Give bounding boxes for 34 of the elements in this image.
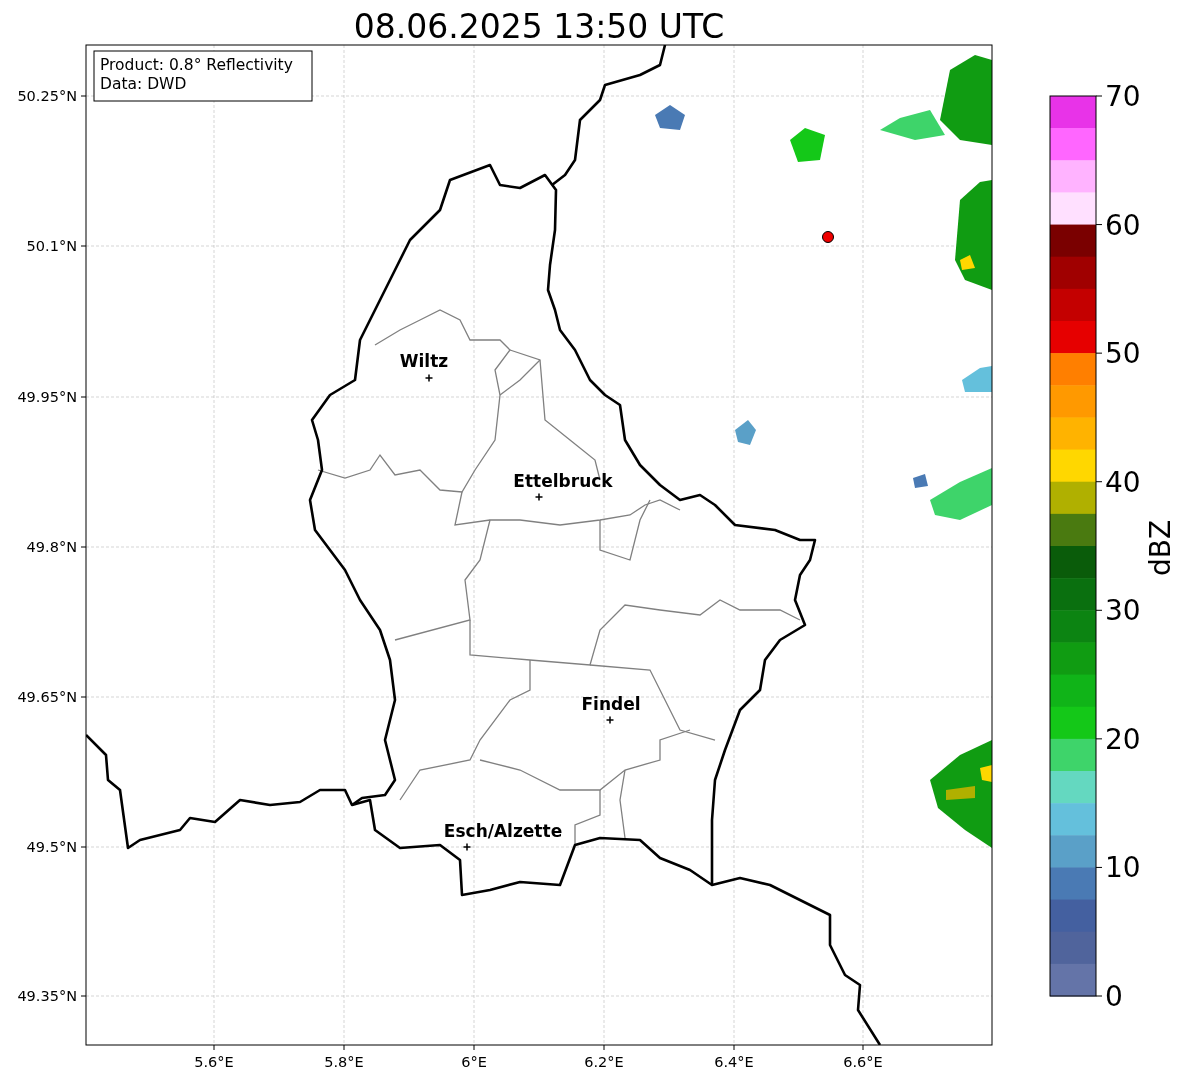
y-tick-label: 49.95°N xyxy=(17,389,77,405)
x-tick-label: 6.6°E xyxy=(843,1054,883,1070)
y-tick-label: 49.35°N xyxy=(17,988,77,1004)
city-label: Ettelbruck xyxy=(513,471,613,491)
y-tick-label: 49.8°N xyxy=(26,539,77,555)
info-text: Data: DWD xyxy=(100,75,187,93)
x-tick-label: 5.6°E xyxy=(194,1054,234,1070)
chart-title: 08.06.2025 13:50 UTC xyxy=(353,7,725,46)
city-marker-icon xyxy=(605,715,615,725)
y-tick-label: 50.1°N xyxy=(26,238,77,254)
radar-site-marker xyxy=(822,231,834,243)
x-tick-label: 6.2°E xyxy=(584,1054,624,1070)
info-text: Product: 0.8° Reflectivity xyxy=(100,56,293,74)
colorbar-label: dBZ xyxy=(1144,519,1177,577)
y-tick-label: 49.5°N xyxy=(26,839,77,855)
colorbar-tick-label: 60 xyxy=(1105,208,1141,242)
x-tick-label: 6.4°E xyxy=(714,1054,754,1070)
x-tick-label: 5.8°E xyxy=(324,1054,364,1070)
city-marker-icon xyxy=(534,492,544,502)
colorbar-tick-label: 50 xyxy=(1105,337,1141,371)
colorbar-tick-label: 20 xyxy=(1105,722,1141,756)
y-tick-label: 49.65°N xyxy=(17,689,77,705)
city-label: Wiltz xyxy=(399,351,449,371)
colorbar-tick-label: 70 xyxy=(1105,80,1141,113)
y-tick-label: 50.25°N xyxy=(17,88,77,104)
city-label: Esch/Alzette xyxy=(443,821,563,841)
city-marker-icon xyxy=(424,373,434,383)
colorbar-tick-label: 40 xyxy=(1105,465,1141,499)
city-label: Findel xyxy=(581,694,641,714)
x-tick-label: 6°E xyxy=(461,1054,487,1070)
city-marker-icon xyxy=(462,842,472,852)
colorbar-tick-label: 10 xyxy=(1105,851,1141,885)
colorbar-tick-label: 30 xyxy=(1105,594,1141,628)
colorbar-tick-label: 0 xyxy=(1105,980,1123,1013)
